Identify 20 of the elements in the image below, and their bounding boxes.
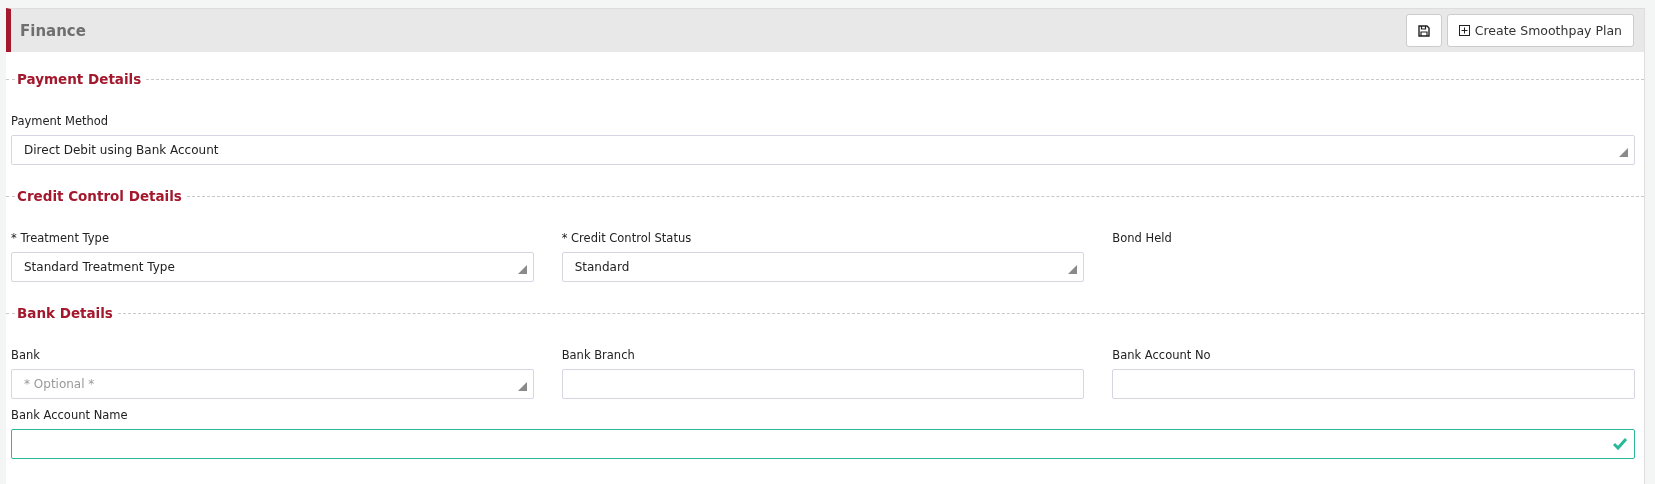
select-value: Direct Debit using Bank Account bbox=[23, 143, 219, 157]
field-label: Bank Account No bbox=[1112, 348, 1212, 362]
field-label: * Treatment Type bbox=[11, 231, 110, 245]
select-value: Standard Treatment Type bbox=[23, 260, 175, 274]
create-plan-button[interactable]: Create Smoothpay Plan bbox=[1446, 14, 1634, 47]
section-title: Payment Details bbox=[16, 71, 143, 87]
field-label: Bank bbox=[11, 348, 41, 362]
select-placeholder: * Optional * bbox=[23, 377, 95, 391]
section-title: Bank Details bbox=[16, 305, 114, 321]
select-field[interactable]: Direct Debit using Bank Account bbox=[11, 135, 1635, 165]
field-label: Bank Account Name bbox=[11, 408, 129, 422]
field-label: Bond Held bbox=[1112, 231, 1173, 245]
select-value: Standard bbox=[573, 260, 630, 274]
panel-title: Finance bbox=[20, 21, 86, 40]
select-field[interactable]: Standard bbox=[561, 252, 1085, 282]
field-label: Bank Branch bbox=[561, 348, 636, 362]
select-field[interactable]: Standard Treatment Type bbox=[11, 252, 534, 282]
section-title: Credit Control Details bbox=[16, 188, 183, 204]
field-label: * Credit Control Status bbox=[561, 231, 693, 245]
field-label: Payment Method bbox=[11, 114, 110, 128]
